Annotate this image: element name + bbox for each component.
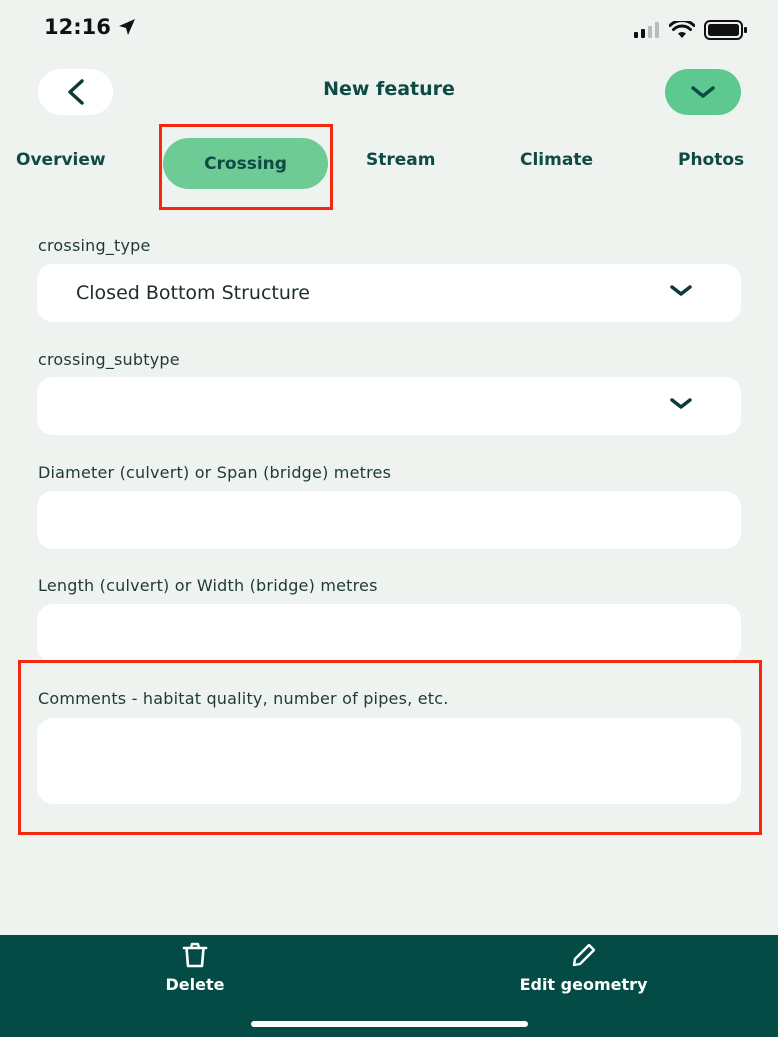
location-arrow-icon (118, 19, 135, 35)
home-indicator (251, 1021, 528, 1027)
save-confirm-button[interactable] (665, 69, 741, 115)
highlight-box-tab (159, 124, 333, 210)
crossing-type-value: Closed Bottom Structure (76, 282, 310, 304)
tab-climate[interactable]: Climate (520, 150, 593, 170)
status-bar: 12:16 (0, 0, 778, 58)
tab-overview[interactable]: Overview (16, 150, 106, 170)
chevron-down-icon (670, 285, 692, 296)
length-label: Length (culvert) or Width (bridge) metre… (38, 576, 378, 595)
check-chevron-icon (691, 86, 715, 98)
bottom-action-bar: Delete Edit geometry (0, 935, 778, 1037)
status-icons (634, 20, 748, 40)
edit-geometry-label: Edit geometry (519, 975, 648, 994)
tab-stream[interactable]: Stream (366, 150, 435, 170)
clock-text: 12:16 (44, 15, 111, 39)
delete-label: Delete (165, 975, 225, 994)
wifi-icon (669, 21, 695, 38)
page-title: New feature (323, 78, 455, 100)
length-input[interactable] (37, 604, 741, 662)
status-time: 12:16 (44, 15, 137, 39)
battery-icon (704, 20, 747, 40)
diameter-label: Diameter (culvert) or Span (bridge) metr… (38, 463, 392, 482)
highlight-box-comments (18, 660, 762, 835)
chevron-down-icon (670, 398, 692, 409)
pencil-icon (572, 943, 595, 967)
crossing-subtype-label: crossing_subtype (38, 350, 180, 369)
diameter-input[interactable] (37, 491, 741, 549)
crossing-type-select[interactable]: Closed Bottom Structure (37, 264, 741, 322)
crossing-subtype-select[interactable] (37, 377, 741, 435)
crossing-type-label: crossing_type (38, 236, 151, 255)
edit-geometry-button[interactable]: Edit geometry (500, 941, 667, 994)
delete-button[interactable]: Delete (148, 941, 242, 994)
trash-icon (182, 942, 208, 968)
cellular-signal-icon (634, 22, 659, 38)
tab-photos[interactable]: Photos (678, 150, 744, 170)
